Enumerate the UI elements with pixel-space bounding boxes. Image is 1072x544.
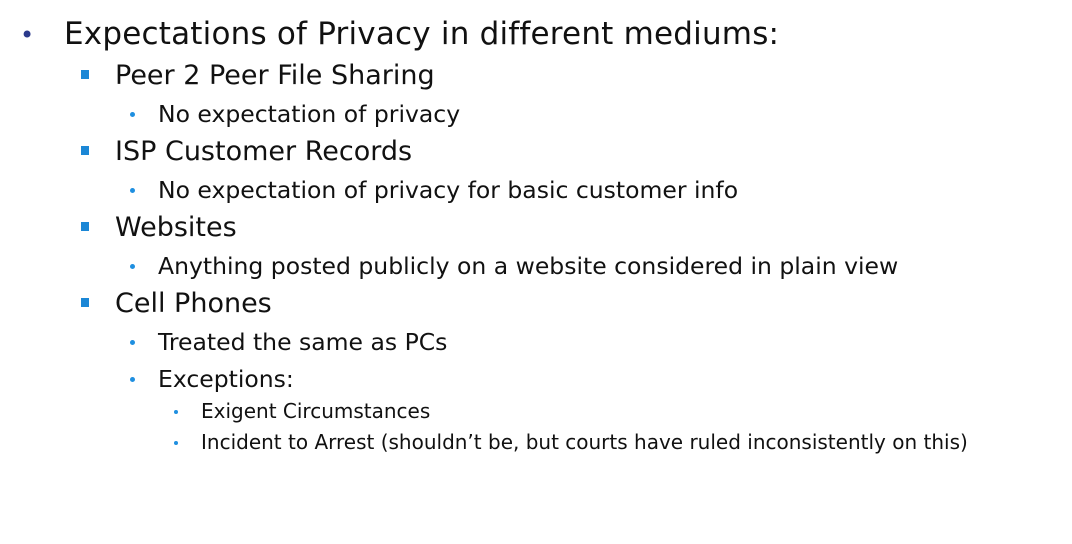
bullet-dot-icon: • (20, 21, 35, 49)
dot-bullet-icon (130, 340, 135, 345)
square-bullet-icon (81, 298, 89, 307)
slide-heading: Expectations of Privacy in different med… (64, 16, 780, 52)
square-bullet-icon (81, 222, 89, 231)
section-title-websites: Websites (115, 212, 237, 243)
dot-bullet-icon (174, 410, 178, 414)
point-p2p: No expectation of privacy (158, 100, 461, 128)
dot-bullet-icon (174, 441, 178, 445)
point-isp: No expectation of privacy for basic cust… (158, 176, 739, 204)
dot-bullet-icon (130, 112, 135, 117)
slide: • Expectations of Privacy in different m… (0, 0, 1072, 544)
exception-incident-to-arrest: Incident to Arrest (shouldn’t be, but co… (201, 430, 968, 454)
point-cell-phones-exceptions: Exceptions: (158, 365, 294, 393)
section-title-isp: ISP Customer Records (115, 136, 413, 167)
dot-bullet-icon (130, 188, 135, 193)
point-websites: Anything posted publicly on a website co… (158, 252, 899, 280)
square-bullet-icon (81, 70, 89, 79)
square-bullet-icon (81, 146, 89, 155)
section-title-cell-phones: Cell Phones (115, 288, 272, 319)
section-title-p2p: Peer 2 Peer File Sharing (115, 60, 435, 91)
dot-bullet-icon (130, 377, 135, 382)
dot-bullet-icon (130, 264, 135, 269)
exception-exigent: Exigent Circumstances (201, 399, 431, 423)
point-cell-phones-pcs: Treated the same as PCs (158, 328, 448, 356)
